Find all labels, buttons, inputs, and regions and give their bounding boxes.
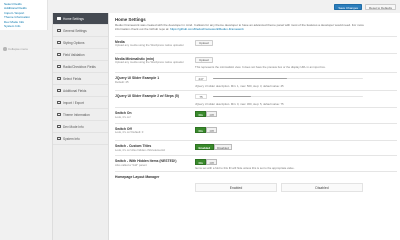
field-media-min: Media Minimalistic (min) Upload any medi… xyxy=(115,52,397,72)
media-upload-button[interactable]: Upload xyxy=(195,39,213,46)
menu-item-radio-checkbox[interactable]: Radio/Checkbox Fields xyxy=(53,61,108,73)
menu-item-label: Import / Export xyxy=(63,100,84,105)
field-sublabel: Also called a "fold" parent xyxy=(115,162,147,167)
menu-item-label: Home Settings xyxy=(63,16,84,21)
github-link[interactable]: https://github.com/ReduxFramework/Redux-… xyxy=(170,27,244,31)
slider-2-fill xyxy=(213,95,251,98)
radio-icon xyxy=(57,64,61,69)
menu-item-additional-fields[interactable]: Additional Fields xyxy=(53,85,108,97)
switch-off-option[interactable]: Off xyxy=(206,126,218,133)
admin-sidebar: Select Fields Additional Fields Import /… xyxy=(0,0,48,240)
menu-item-import-export[interactable]: Import / Export xyxy=(53,97,108,109)
field-slider-1: JQuery UI Slider Example 1 Default: 45 2… xyxy=(115,71,397,90)
menu-item-label: Styling Options xyxy=(63,40,85,45)
menu-item-label: Theme Information xyxy=(63,112,90,117)
menu-item-label: Dev Mode Info xyxy=(63,124,84,129)
collapse-menu-button[interactable]: Collapse menu xyxy=(3,47,28,51)
section-title: Home Settings xyxy=(115,17,146,22)
slider-2-value-input[interactable]: 75 xyxy=(195,93,207,100)
slider-1-track[interactable] xyxy=(213,77,363,80)
field-layout-manager: Homepage Layout Manager Enabled Disabled xyxy=(115,170,397,201)
submenu-item[interactable]: System Info xyxy=(4,24,47,28)
options-menu: Home Settings General Settings Styling O… xyxy=(53,13,109,240)
info-icon xyxy=(57,136,61,141)
menu-item-system-info[interactable]: System Info xyxy=(53,133,108,145)
collapse-icon xyxy=(3,47,7,51)
slider-1-value-input[interactable]: 247 xyxy=(195,75,207,82)
brush-icon xyxy=(57,40,61,45)
switch-off-toggle: On Off xyxy=(195,126,218,133)
admin-submenu: Select Fields Additional Fields Import /… xyxy=(0,0,48,31)
field-label: JQuery UI Slider Example 2 w/ Steps (5) xyxy=(115,93,179,98)
layout-disabled-column[interactable]: Disabled xyxy=(281,182,363,192)
refresh-icon xyxy=(57,100,61,105)
options-toolbar: Save Changes Reset to Defaults xyxy=(48,0,400,13)
field-switch-off: Switch Off Look, it's on! Default: 0 On … xyxy=(115,122,397,140)
info-icon xyxy=(57,112,61,117)
reset-defaults-button[interactable]: Reset to Defaults xyxy=(364,4,396,10)
field-switch-hidden: Switch - With Hidden Items (NESTED!) Als… xyxy=(115,154,397,171)
switch-custom-toggle: Enabled Disabled xyxy=(195,143,233,150)
menu-item-dev-mode-info[interactable]: Dev Mode Info xyxy=(53,121,108,133)
field-sublabel: Look, it's on! xyxy=(115,114,131,119)
menu-item-label: Radio/Checkbox Fields xyxy=(63,64,96,69)
switch-off-option[interactable]: Off xyxy=(206,158,218,165)
menu-item-general-settings[interactable]: General Settings xyxy=(53,25,108,37)
home-icon xyxy=(57,16,61,21)
slider-1-fill xyxy=(213,77,287,80)
switch-enabled-option[interactable]: Enabled xyxy=(195,143,214,150)
switch-hidden-toggle: On Off xyxy=(195,158,218,165)
field-note: Items set with a fold to this ID will hi… xyxy=(195,165,295,170)
options-panel: Home Settings General Settings Styling O… xyxy=(52,13,400,240)
media-min-upload-button[interactable]: Upload xyxy=(195,56,213,63)
info-icon xyxy=(57,124,61,129)
menu-item-label: Field Validation xyxy=(63,52,85,57)
menu-item-label: Additional Fields xyxy=(63,88,87,93)
menu-item-theme-information[interactable]: Theme Information xyxy=(53,109,108,121)
menu-item-label: Select Fields xyxy=(63,76,82,81)
field-switch-on: Switch On Look, it's on! On Off xyxy=(115,106,397,123)
save-changes-button[interactable]: Save Changes xyxy=(334,4,362,10)
field-sublabel: Upload any media using the Wordpress nat… xyxy=(115,59,184,64)
slider-2-track[interactable] xyxy=(213,95,363,98)
field-note: JQuery UI slider description. Min: 1, ma… xyxy=(195,83,284,88)
menu-item-select-fields[interactable]: Select Fields xyxy=(53,73,108,85)
switch-on-option[interactable]: On xyxy=(195,126,207,133)
field-switch-custom: Switch - Custom Titles Look, it's on! Al… xyxy=(115,139,397,155)
field-sublabel: Upload any media using the Wordpress nat… xyxy=(115,42,184,47)
field-label: Homepage Layout Manager xyxy=(115,174,160,179)
switch-on-option[interactable]: On xyxy=(195,158,207,165)
field-slider-2: JQuery UI Slider Example 2 w/ Steps (5) … xyxy=(115,89,397,107)
switch-off-option[interactable]: Off xyxy=(206,110,218,117)
field-sublabel: Look, it's on! Default: 0 xyxy=(115,129,144,134)
menu-item-field-validation[interactable]: Field Validation xyxy=(53,49,108,61)
field-note: This represents the minimalistic view. I… xyxy=(195,64,326,69)
menu-item-label: General Settings xyxy=(63,28,87,33)
field-sublabel: Default: 45 xyxy=(115,79,129,84)
list-icon xyxy=(57,76,61,81)
plus-icon xyxy=(57,88,61,93)
check-icon xyxy=(57,52,61,57)
menu-item-label: System Info xyxy=(63,136,80,141)
field-sublabel: Look, it's on! Also hidden child element… xyxy=(115,147,166,152)
section-description: Redux Framework was created with the dev… xyxy=(115,23,365,32)
menu-item-home-settings[interactable]: Home Settings xyxy=(53,13,108,25)
switch-on-option[interactable]: On xyxy=(195,110,207,117)
switch-disabled-option[interactable]: Disabled xyxy=(213,143,233,150)
field-media: Media Upload any media using the Wordpre… xyxy=(115,35,397,53)
switch-on-toggle: On Off xyxy=(195,110,218,117)
field-note: JQuery UI slider description. Min: 0, ma… xyxy=(195,101,284,106)
cog-icon xyxy=(57,28,61,33)
layout-enabled-column[interactable]: Enabled xyxy=(195,182,277,192)
menu-item-styling-options[interactable]: Styling Options xyxy=(53,37,108,49)
options-content: Home Settings Redux Framework was create… xyxy=(115,13,397,240)
collapse-menu-label: Collapse menu xyxy=(8,47,29,51)
